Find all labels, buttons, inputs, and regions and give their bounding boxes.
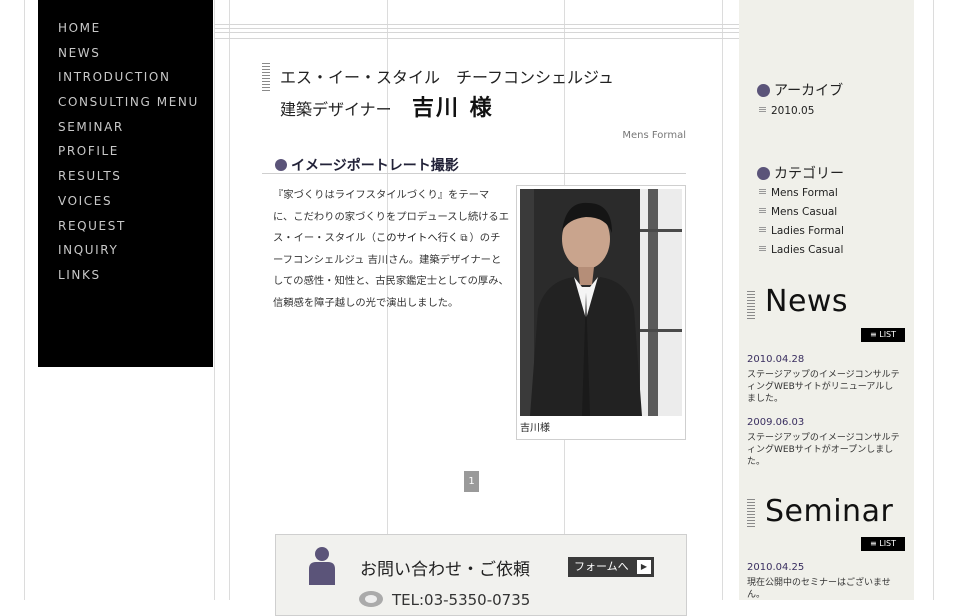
category-item-ladies-casual[interactable]: Ladies Casual <box>759 244 843 256</box>
photo-caption: 吉川様 <box>520 423 550 434</box>
article-body: 『家づくりはライフスタイルづくり』をテーマに、こだわりの家づくりをプロデュースし… <box>273 185 509 314</box>
category-item-label: Mens Formal <box>771 187 838 199</box>
nav-item-profile[interactable]: PROFILE <box>58 139 213 164</box>
title-bar-icon <box>262 63 270 91</box>
external-site-link[interactable]: このサイトへ行く <box>376 232 458 244</box>
category-item-label: Ladies Casual <box>771 244 844 256</box>
guide-line <box>229 0 230 600</box>
news-title: News <box>765 284 849 319</box>
article-category: Mens Formal <box>622 130 686 141</box>
article-title-prefix: 建築デザイナー <box>280 100 392 119</box>
archive-item[interactable]: 2010.05 <box>759 105 814 117</box>
category-item-label: Mens Casual <box>771 206 838 218</box>
nav-item-inquiry[interactable]: INQUIRY <box>58 238 213 263</box>
category-heading-text: カテゴリー <box>774 166 844 182</box>
list-bullet-icon <box>759 246 766 252</box>
section-heading-text: イメージポートレート撮影 <box>291 158 459 174</box>
divider <box>262 173 686 174</box>
news-text: ステージアップのイメージコンサルティングWEBサイトがリニューアルしました。 <box>747 370 900 404</box>
nav-item-results[interactable]: RESULTS <box>58 164 213 189</box>
nav-item-seminar[interactable]: SEMINAR <box>58 115 213 140</box>
nav-item-home[interactable]: HOME <box>58 16 213 41</box>
bullet-icon <box>275 159 287 171</box>
portrait-photo <box>520 189 682 416</box>
portrait-frame: 吉川様 <box>516 185 686 440</box>
guide-line <box>214 24 739 25</box>
contact-form-button[interactable]: フォームへ ▶ <box>568 557 654 577</box>
play-arrow-icon: ▶ <box>637 560 651 574</box>
nav-item-news[interactable]: NEWS <box>58 41 213 66</box>
guide-line <box>24 0 25 600</box>
list-bullet-icon <box>759 189 766 195</box>
guide-line <box>214 32 739 33</box>
main-nav: HOME NEWS INTRODUCTION CONSULTING MENU S… <box>38 0 213 367</box>
article-title: エス・イー・スタイル チーフコンシェルジュ <box>280 68 614 87</box>
contact-form-button-label: フォームへ <box>574 560 629 573</box>
bullet-icon <box>757 84 770 97</box>
seminar-date[interactable]: 2010.04.25 <box>747 562 804 573</box>
archive-item-label: 2010.05 <box>771 105 815 117</box>
nav-item-consulting-menu[interactable]: CONSULTING MENU <box>58 90 213 115</box>
nav-item-links[interactable]: LINKS <box>58 263 213 288</box>
list-bullet-icon <box>759 208 766 214</box>
guide-line <box>214 28 739 29</box>
article-title-name: 吉川 様 <box>412 96 494 121</box>
guide-line <box>722 0 723 600</box>
nav-item-introduction[interactable]: INTRODUCTION <box>58 65 213 90</box>
page-number-button[interactable]: 1 <box>464 471 479 492</box>
phone-icon <box>359 591 383 607</box>
list-bullet-icon <box>759 107 766 113</box>
news-text: ステージアップのイメージコンサルティングWEBサイトがオープンしました。 <box>747 433 900 467</box>
category-item-mens-casual[interactable]: Mens Casual <box>759 206 837 218</box>
nav-item-request[interactable]: REQUEST <box>58 214 213 239</box>
sidebar: アーカイブ 2010.05 カテゴリー Mens Formal Mens Cas… <box>739 0 914 600</box>
category-item-ladies-formal[interactable]: Ladies Formal <box>759 225 844 237</box>
bullet-icon <box>757 167 770 180</box>
archive-heading: アーカイブ <box>757 80 843 100</box>
nav-item-voices[interactable]: VOICES <box>58 189 213 214</box>
category-item-mens-formal[interactable]: Mens Formal <box>759 187 838 199</box>
section-heading: イメージポートレート撮影 <box>275 155 459 175</box>
guide-line <box>214 0 215 600</box>
news-bar-icon <box>747 291 755 319</box>
seminar-bar-icon <box>747 499 755 527</box>
category-heading: カテゴリー <box>757 163 844 183</box>
news-date[interactable]: 2009.06.03 <box>747 417 804 428</box>
guide-line <box>214 38 739 39</box>
seminar-title: Seminar <box>765 494 894 529</box>
seminar-text: 現在公開中のセミナーはございません。 <box>747 578 891 600</box>
contact-title: お問い合わせ・ご依頼 <box>360 560 530 580</box>
list-bullet-icon <box>759 227 766 233</box>
news-list-button[interactable]: ≡ LIST <box>861 328 905 342</box>
archive-heading-text: アーカイブ <box>774 83 844 99</box>
seminar-list-button[interactable]: ≡ LIST <box>861 537 905 551</box>
contact-box: お問い合わせ・ご依頼 フォームへ ▶ TEL:03-5350-0735 <box>275 534 687 616</box>
external-link-icon[interactable]: ⧉ <box>460 228 467 250</box>
news-date[interactable]: 2010.04.28 <box>747 354 804 365</box>
person-icon <box>309 547 335 585</box>
guide-line <box>933 0 934 600</box>
contact-phone: TEL:03-5350-0735 <box>392 591 531 609</box>
category-item-label: Ladies Formal <box>771 225 844 237</box>
